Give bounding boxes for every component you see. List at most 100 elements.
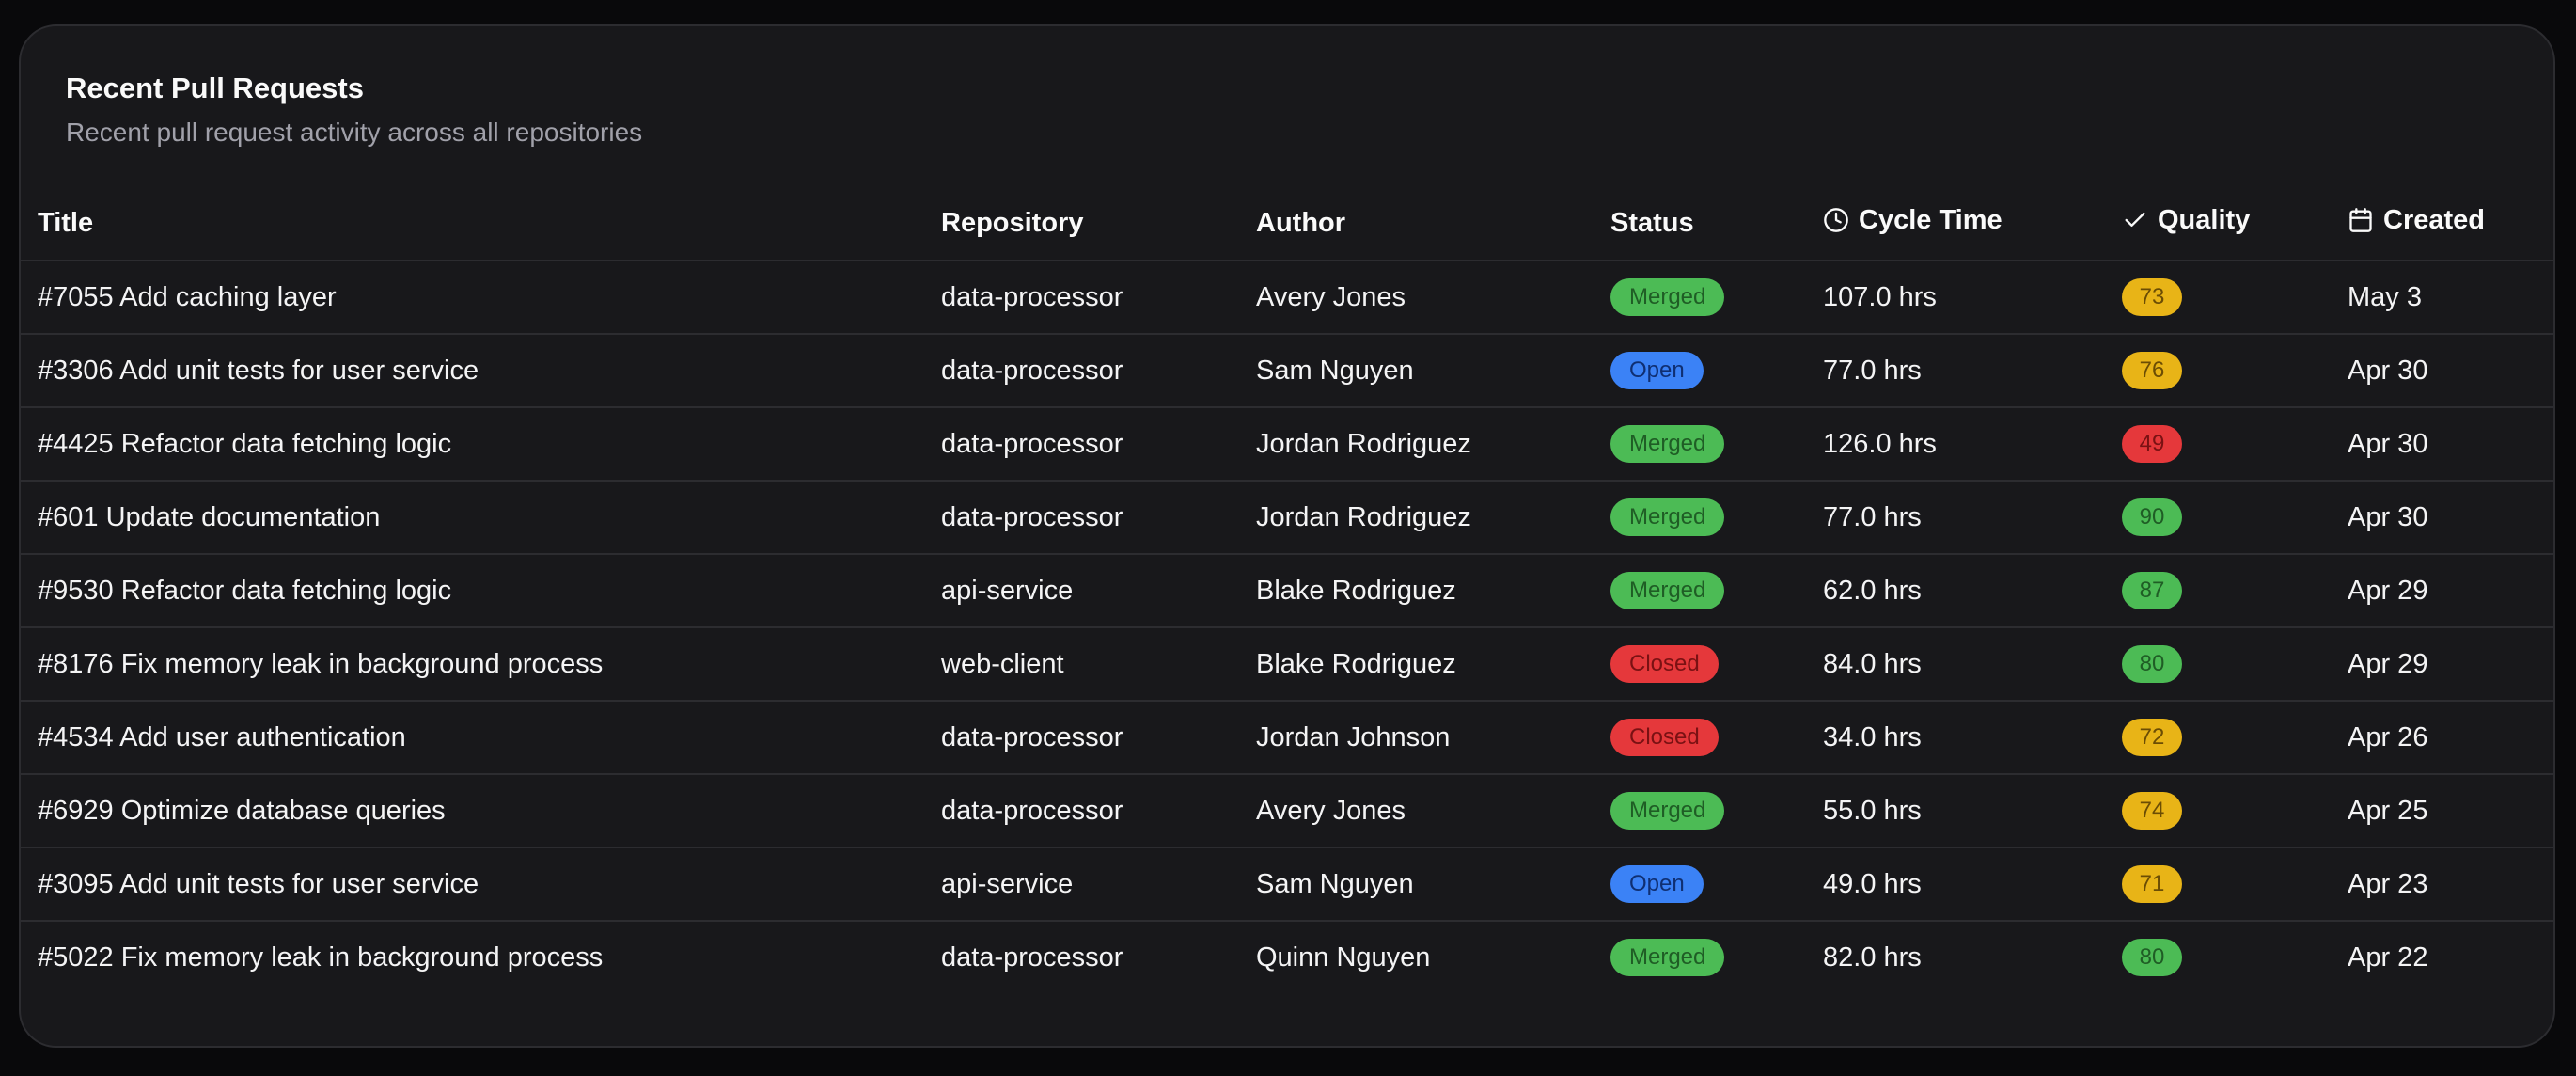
cycle-time-value: 62.0 hrs xyxy=(1823,575,1922,606)
table-row[interactable]: #601 Update documentation data-processor J… xyxy=(21,481,2553,555)
status-badge: Closed xyxy=(1610,719,1719,756)
status-badge: Merged xyxy=(1610,278,1725,316)
repository-cell: data-processor xyxy=(941,261,1256,335)
author-cell: Sam Nguyen xyxy=(1256,847,1610,922)
repository-name: data-processor xyxy=(941,428,1123,459)
cycle-time-cell: 82.0 hrs xyxy=(1823,921,2122,993)
created-cell: Apr 25 xyxy=(2348,774,2553,848)
table-row[interactable]: #8176 Fix memory leak in background proc… xyxy=(21,627,2553,702)
table-row[interactable]: #3095 Add unit tests for user service api… xyxy=(21,847,2553,922)
status-cell: Merged xyxy=(1610,554,1823,628)
status-cell: Merged xyxy=(1610,921,1823,993)
table-row[interactable]: #9530 Refactor data fetching logic api-se… xyxy=(21,554,2553,628)
author-name: Jordan Rodriguez xyxy=(1256,428,1471,459)
cycle-time-cell: 126.0 hrs xyxy=(1823,407,2122,482)
created-cell: Apr 29 xyxy=(2348,554,2553,628)
quality-badge: 87 xyxy=(2122,572,2182,609)
column-header-created[interactable]: Created xyxy=(2348,186,2553,261)
created-cell: Apr 30 xyxy=(2348,334,2553,408)
quality-cell: 80 xyxy=(2122,627,2348,702)
pr-title-cell[interactable]: #3306 Add unit tests for user service xyxy=(21,334,941,408)
author-name: Quinn Nguyen xyxy=(1256,942,1431,973)
repository-cell: api-service xyxy=(941,554,1256,628)
pr-title[interactable]: #7055 Add caching layer xyxy=(38,282,337,312)
pr-title-cell[interactable]: #5022 Fix memory leak in background proc… xyxy=(21,921,941,993)
pr-title-cell[interactable]: #4534 Add user authentication xyxy=(21,701,941,775)
pr-title-cell[interactable]: #7055 Add caching layer xyxy=(21,261,941,335)
pr-title[interactable]: #5022 Fix memory leak in background proc… xyxy=(38,942,603,973)
repository-name: web-client xyxy=(941,648,1064,679)
created-date: Apr 22 xyxy=(2348,942,2428,973)
status-cell: Merged xyxy=(1610,407,1823,482)
created-date: Apr 26 xyxy=(2348,721,2428,752)
quality-cell: 73 xyxy=(2122,261,2348,335)
pr-title-cell[interactable]: #601 Update documentation xyxy=(21,481,941,555)
table-row[interactable]: #7055 Add caching layer data-processor Ave… xyxy=(21,261,2553,335)
pr-title[interactable]: #4534 Add user authentication xyxy=(38,722,406,752)
author-name: Blake Rodriguez xyxy=(1256,575,1456,606)
repository-name: data-processor xyxy=(941,721,1123,752)
repository-cell: data-processor xyxy=(941,407,1256,482)
repository-name: api-service xyxy=(941,868,1074,899)
quality-badge: 74 xyxy=(2122,792,2182,830)
table-row[interactable]: #5022 Fix memory leak in background proc… xyxy=(21,921,2553,993)
repository-cell: data-processor xyxy=(941,701,1256,775)
quality-badge: 80 xyxy=(2122,939,2182,976)
created-date: Apr 30 xyxy=(2348,355,2428,386)
created-cell: Apr 23 xyxy=(2348,847,2553,922)
table-row[interactable]: #4534 Add user authentication data-proces… xyxy=(21,701,2553,775)
cycle-time-value: 55.0 hrs xyxy=(1823,795,1922,826)
column-header-title[interactable]: Title xyxy=(21,186,941,261)
table-row[interactable]: #6929 Optimize database queries data-proc… xyxy=(21,774,2553,848)
pr-title-cell[interactable]: #8176 Fix memory leak in background proc… xyxy=(21,627,941,702)
pr-title[interactable]: #8176 Fix memory leak in background proc… xyxy=(38,649,603,679)
author-name: Jordan Rodriguez xyxy=(1256,501,1471,532)
author-cell: Quinn Nguyen xyxy=(1256,921,1610,993)
created-cell: May 3 xyxy=(2348,261,2553,335)
created-date: Apr 30 xyxy=(2348,501,2428,532)
pr-title[interactable]: #3306 Add unit tests for user service xyxy=(38,356,479,386)
pr-title-cell[interactable]: #9530 Refactor data fetching logic xyxy=(21,554,941,628)
pr-title[interactable]: #3095 Add unit tests for user service xyxy=(38,869,479,899)
table-row[interactable]: #3306 Add unit tests for user service dat… xyxy=(21,334,2553,408)
card-description: Recent pull request activity across all … xyxy=(66,118,643,147)
pr-title-cell[interactable]: #3095 Add unit tests for user service xyxy=(21,847,941,922)
column-header-author[interactable]: Author xyxy=(1256,186,1610,261)
quality-badge: 80 xyxy=(2122,645,2182,683)
repository-cell: data-processor xyxy=(941,334,1256,408)
cycle-time-value: 49.0 hrs xyxy=(1823,868,1922,899)
column-header-cycle-time[interactable]: Cycle Time xyxy=(1823,186,2122,261)
author-cell: Avery Jones xyxy=(1256,261,1610,335)
cycle-time-value: 82.0 hrs xyxy=(1823,942,1922,973)
created-cell: Apr 30 xyxy=(2348,481,2553,555)
cycle-time-cell: 84.0 hrs xyxy=(1823,627,2122,702)
status-cell: Open xyxy=(1610,847,1823,922)
check-icon xyxy=(2122,207,2148,233)
pr-title-cell[interactable]: #6929 Optimize database queries xyxy=(21,774,941,848)
table-body: #7055 Add caching layer data-processor Ave… xyxy=(21,261,2553,993)
repository-name: data-processor xyxy=(941,281,1123,312)
column-header-repository[interactable]: Repository xyxy=(941,186,1256,261)
author-cell: Sam Nguyen xyxy=(1256,334,1610,408)
pr-title[interactable]: #601 Update documentation xyxy=(38,502,380,532)
quality-badge: 90 xyxy=(2122,498,2182,536)
status-cell: Closed xyxy=(1610,627,1823,702)
pr-title[interactable]: #9530 Refactor data fetching logic xyxy=(38,576,451,606)
column-header-quality[interactable]: Quality xyxy=(2122,186,2348,261)
cycle-time-value: 77.0 hrs xyxy=(1823,501,1922,532)
author-name: Blake Rodriguez xyxy=(1256,648,1456,679)
status-badge: Closed xyxy=(1610,645,1719,683)
card-title: Recent Pull Requests xyxy=(66,71,364,104)
created-cell: Apr 30 xyxy=(2348,407,2553,482)
quality-badge: 49 xyxy=(2122,425,2182,463)
author-name: Sam Nguyen xyxy=(1256,355,1414,386)
pr-title[interactable]: #4425 Refactor data fetching logic xyxy=(38,429,451,459)
column-header-status[interactable]: Status xyxy=(1610,186,1823,261)
author-name: Sam Nguyen xyxy=(1256,868,1414,899)
created-cell: Apr 29 xyxy=(2348,627,2553,702)
cycle-time-cell: 49.0 hrs xyxy=(1823,847,2122,922)
table-row[interactable]: #4425 Refactor data fetching logic data-p… xyxy=(21,407,2553,482)
pr-title-cell[interactable]: #4425 Refactor data fetching logic xyxy=(21,407,941,482)
pr-title[interactable]: #6929 Optimize database queries xyxy=(38,796,446,826)
author-cell: Jordan Rodriguez xyxy=(1256,481,1610,555)
